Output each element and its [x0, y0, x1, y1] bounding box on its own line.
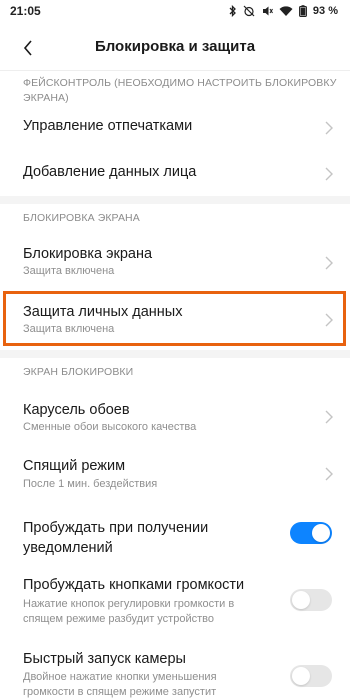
status-bar: 21:05 93 %	[0, 0, 350, 24]
privacy-protection-label: Защита личных данных	[23, 304, 183, 320]
face-data-label: Добавление данных лица	[23, 164, 197, 180]
battery-icon	[298, 5, 307, 17]
section-separator	[0, 196, 350, 204]
chevron-right-icon	[325, 256, 333, 270]
quick-camera-launch-subtitle: Двойное нажатие кнопки уменьшения громко…	[23, 670, 217, 700]
sleep-mode-label: Спящий режим	[23, 458, 126, 474]
app-header: Блокировка и защита	[0, 24, 350, 70]
sleep-mode-subtitle: После 1 мин. бездействия	[23, 478, 158, 490]
status-time: 21:05	[10, 4, 41, 18]
status-icons: 93 %	[229, 4, 338, 18]
face-data-item[interactable]: Добавление данных лица	[0, 150, 350, 196]
wake-on-notifications-label-line2: уведомлений	[23, 540, 113, 556]
sleep-mode-item[interactable]: Спящий режим После 1 мин. бездействия	[0, 445, 350, 501]
quick-camera-launch-subtitle-line1: Двойное нажатие кнопки уменьшения	[23, 671, 217, 683]
header-divider	[0, 70, 350, 71]
chevron-right-icon	[325, 410, 333, 424]
section-separator	[0, 350, 350, 358]
screen-lock-label: Блокировка экрана	[23, 246, 153, 262]
wifi-icon	[279, 5, 293, 17]
alarm-off-icon	[243, 5, 255, 17]
chevron-right-icon	[325, 121, 333, 135]
wake-by-volume-keys-item[interactable]: Пробуждать кнопками громкости Нажатие кн…	[0, 565, 350, 640]
wake-by-volume-keys-toggle[interactable]	[290, 589, 332, 611]
wake-on-notifications-item[interactable]: Пробуждать при получении уведомлений	[0, 501, 350, 565]
wallpaper-carousel-item[interactable]: Карусель обоев Сменные обои высокого кач…	[0, 390, 350, 445]
section-label-screen-lock: БЛОКИРОВКА ЭКРАНА	[23, 212, 140, 224]
screen-lock-item[interactable]: Блокировка экрана Защита включена	[0, 235, 350, 291]
wake-by-volume-keys-subtitle-line2: спящем режиме разбудит устройство	[23, 613, 214, 625]
toggle-knob	[292, 591, 310, 609]
wake-by-volume-keys-label: Пробуждать кнопками громкости	[23, 577, 245, 593]
privacy-protection-subtitle: Защита включена	[23, 323, 115, 335]
fingerprint-management-item[interactable]: Управление отпечатками	[0, 104, 350, 150]
wake-on-notifications-toggle[interactable]	[290, 522, 332, 544]
section-label-face-line1: ФЕЙСКОНТРОЛЬ (НЕОБХОДИМО НАСТРОИТЬ БЛОКИ…	[23, 77, 337, 89]
battery-percent: 93 %	[312, 5, 338, 17]
chevron-right-icon	[325, 313, 333, 327]
privacy-protection-item[interactable]: Защита личных данных Защита включена	[0, 291, 350, 346]
section-label-lock-screen: ЭКРАН БЛОКИРОВКИ	[23, 366, 134, 378]
quick-camera-launch-item[interactable]: Быстрый запуск камеры Двойное нажатие кн…	[0, 640, 350, 700]
wake-on-notifications-label-line1: Пробуждать при получении	[23, 520, 209, 536]
wake-by-volume-keys-subtitle-line1: Нажатие кнопок регулировки громкости в	[23, 598, 235, 610]
section-label-face: ФЕЙСКОНТРОЛЬ (НЕОБХОДИМО НАСТРОИТЬ БЛОКИ…	[23, 76, 336, 106]
quick-camera-launch-label: Быстрый запуск камеры	[23, 651, 186, 667]
quick-camera-launch-subtitle-line2: громкости в спящем режиме запустит	[23, 686, 217, 698]
wake-on-notifications-label: Пробуждать при получении уведомлений	[23, 518, 208, 558]
mute-icon	[261, 5, 273, 17]
screen-lock-subtitle: Защита включена	[23, 265, 115, 277]
wallpaper-carousel-subtitle: Сменные обои высокого качества	[23, 421, 197, 433]
chevron-right-icon	[325, 167, 333, 181]
fingerprint-management-label: Управление отпечатками	[23, 118, 193, 134]
toggle-knob	[292, 667, 310, 685]
chevron-right-icon	[325, 467, 333, 481]
wake-by-volume-keys-subtitle: Нажатие кнопок регулировки громкости в с…	[23, 597, 234, 627]
wallpaper-carousel-label: Карусель обоев	[23, 402, 130, 418]
page-title: Блокировка и защита	[94, 38, 256, 55]
quick-camera-launch-toggle[interactable]	[290, 665, 332, 687]
bluetooth-icon	[229, 5, 237, 17]
toggle-knob	[312, 524, 330, 542]
